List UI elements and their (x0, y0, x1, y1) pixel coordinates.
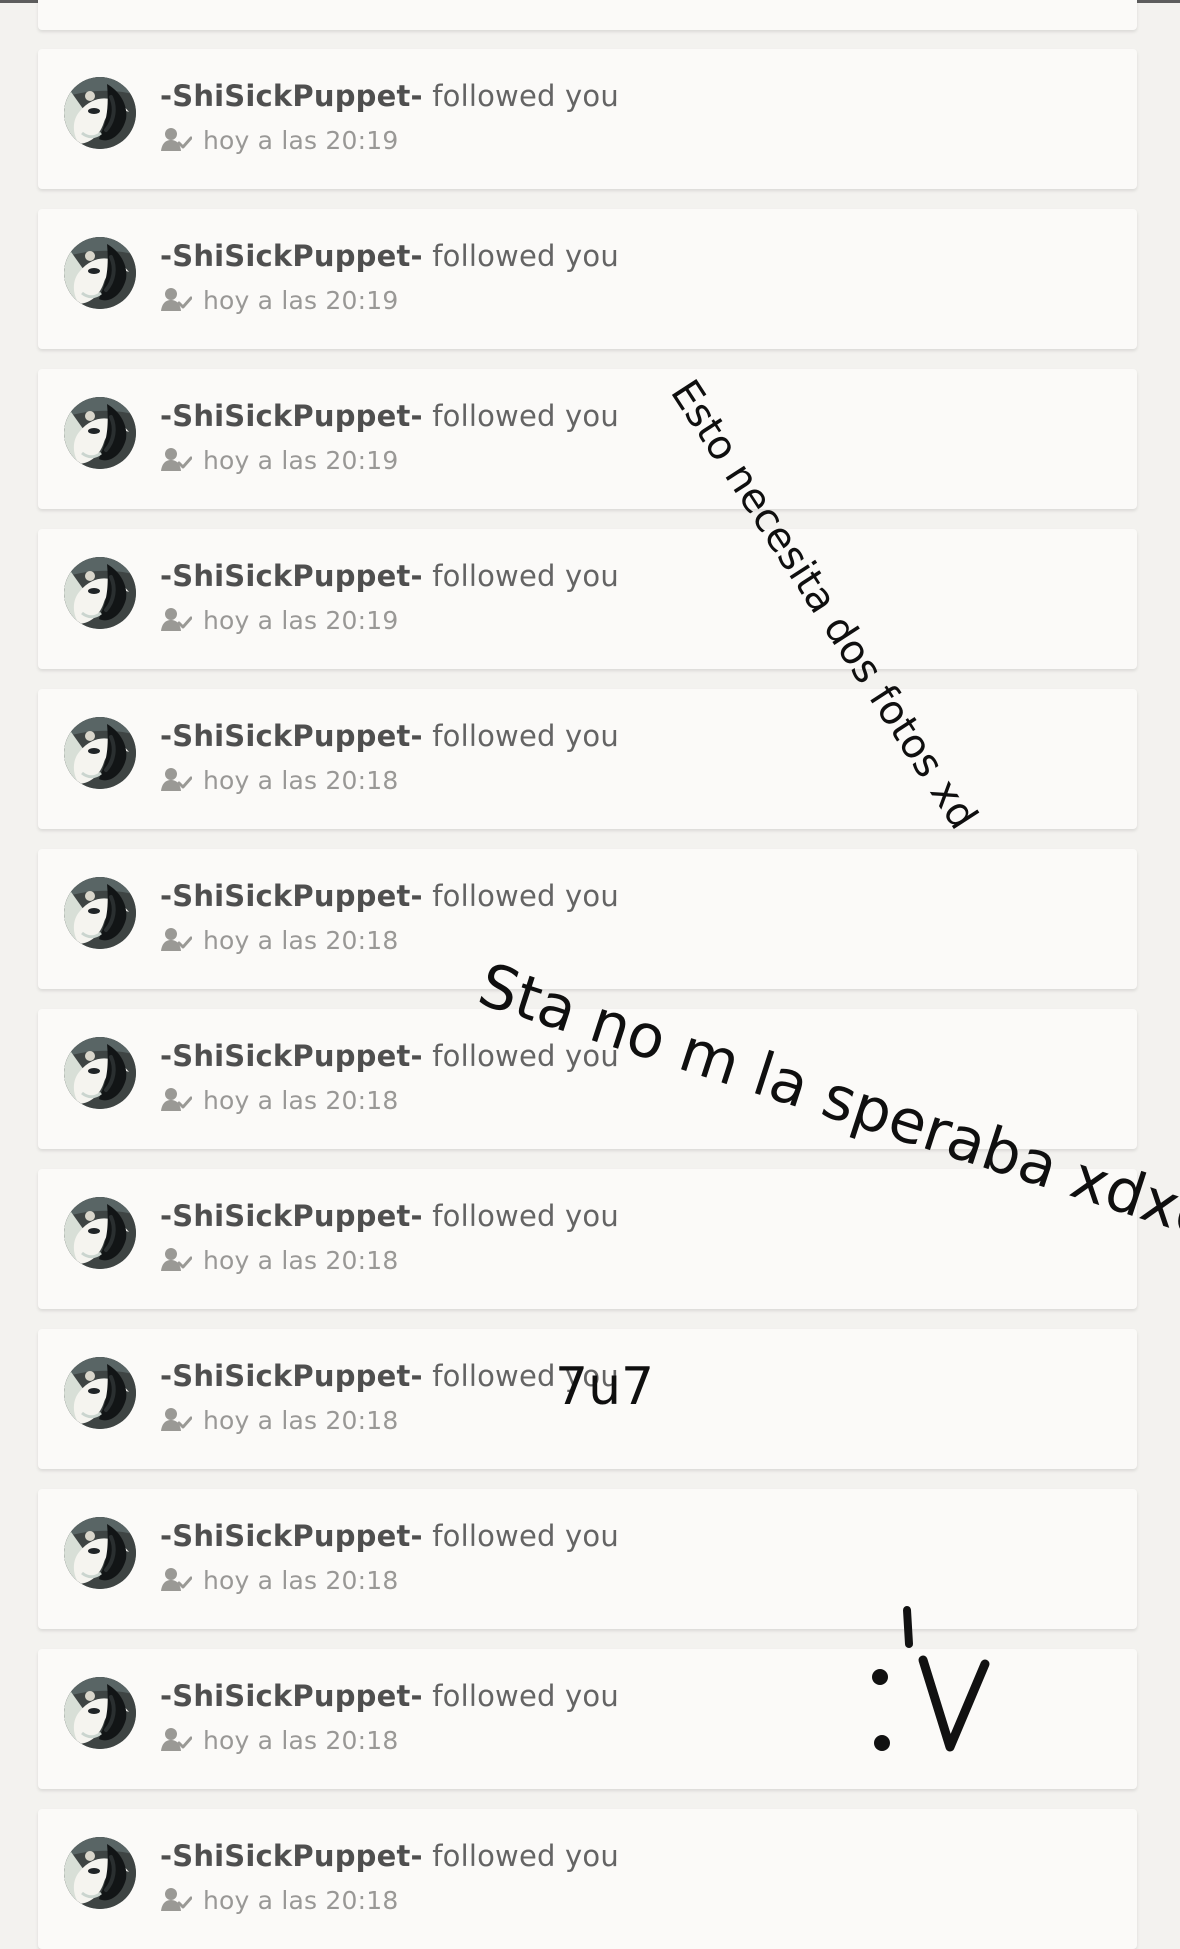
notification-text: -ShiSickPuppet- followed you (160, 237, 619, 275)
username[interactable]: -ShiSickPuppet- (160, 1039, 423, 1073)
follow-user-icon (160, 1567, 192, 1593)
action-text: followed you (432, 1039, 619, 1073)
action-text: followed you (432, 719, 619, 753)
avatar[interactable] (64, 77, 136, 149)
avatar[interactable] (64, 1837, 136, 1909)
timestamp: hoy a las 20:18 (203, 1885, 399, 1915)
timestamp: hoy a las 20:19 (203, 445, 399, 475)
notification-text: -ShiSickPuppet- followed you (160, 1517, 619, 1555)
notification-card[interactable]: -ShiSickPuppet- followed you hoy a las 2… (38, 1809, 1137, 1949)
notification-card[interactable]: -ShiSickPuppet- followed you hoy a las 2… (38, 689, 1137, 829)
timestamp: hoy a las 20:18 (203, 925, 399, 955)
username[interactable]: -ShiSickPuppet- (160, 1199, 423, 1233)
notification-text: -ShiSickPuppet- followed you (160, 1197, 619, 1235)
notification-meta: hoy a las 20:18 (160, 1083, 398, 1117)
avatar[interactable] (64, 237, 136, 309)
timestamp: hoy a las 20:19 (203, 285, 399, 315)
notification-card[interactable]: -ShiSickPuppet- followed you hoy a las 2… (38, 529, 1137, 669)
notification-meta: hoy a las 20:18 (160, 1723, 398, 1757)
follow-user-icon (160, 447, 192, 473)
notification-meta: hoy a las 20:18 (160, 1403, 398, 1437)
avatar[interactable] (64, 717, 136, 789)
action-text: followed you (432, 399, 619, 433)
avatar[interactable] (64, 1197, 136, 1269)
timestamp: hoy a las 20:18 (203, 765, 399, 795)
action-text: followed you (432, 239, 619, 273)
notification-text: -ShiSickPuppet- followed you (160, 1837, 619, 1875)
notification-card[interactable]: -ShiSickPuppet- followed you hoy a las 2… (38, 1009, 1137, 1149)
action-text: followed you (432, 1679, 619, 1713)
username[interactable]: -ShiSickPuppet- (160, 79, 423, 113)
username[interactable]: -ShiSickPuppet- (160, 1519, 423, 1553)
action-text: followed you (432, 879, 619, 913)
timestamp: hoy a las 20:18 (203, 1405, 399, 1435)
notification-meta: hoy a las 20:18 (160, 1563, 398, 1597)
avatar[interactable] (64, 1677, 136, 1749)
notification-text: -ShiSickPuppet- followed you (160, 77, 619, 115)
username[interactable]: -ShiSickPuppet- (160, 879, 423, 913)
notification-text: -ShiSickPuppet- followed you (160, 877, 619, 915)
action-text: followed you (432, 1519, 619, 1553)
username[interactable]: -ShiSickPuppet- (160, 239, 423, 273)
username[interactable]: -ShiSickPuppet- (160, 1359, 423, 1393)
avatar[interactable] (64, 1517, 136, 1589)
notification-meta: hoy a las 20:18 (160, 923, 398, 957)
notification-card[interactable]: -ShiSickPuppet- followed you hoy a las 2… (38, 49, 1137, 189)
notification-meta: hoy a las 20:19 (160, 603, 398, 637)
follow-user-icon (160, 1247, 192, 1273)
timestamp: hoy a las 20:18 (203, 1085, 399, 1115)
notification-card[interactable]: -ShiSickPuppet- followed you hoy a las 2… (38, 849, 1137, 989)
notification-meta: hoy a las 20:19 (160, 283, 398, 317)
notification-text: -ShiSickPuppet- followed you (160, 1357, 619, 1395)
timestamp: hoy a las 20:18 (203, 1245, 399, 1275)
notification-meta: hoy a las 20:18 (160, 1883, 398, 1917)
timestamp: hoy a las 20:19 (203, 605, 399, 635)
username[interactable]: -ShiSickPuppet- (160, 1839, 423, 1873)
action-text: followed you (432, 79, 619, 113)
follow-user-icon (160, 127, 192, 153)
avatar[interactable] (64, 557, 136, 629)
follow-user-icon (160, 607, 192, 633)
notification-card[interactable]: -ShiSickPuppet- followed you hoy a las 2… (38, 209, 1137, 349)
username[interactable]: -ShiSickPuppet- (160, 399, 423, 433)
follow-user-icon (160, 1727, 192, 1753)
follow-user-icon (160, 927, 192, 953)
action-text: followed you (432, 1359, 619, 1393)
timestamp: hoy a las 20:19 (203, 125, 399, 155)
username[interactable]: -ShiSickPuppet- (160, 719, 423, 753)
avatar[interactable] (64, 1037, 136, 1109)
notification-text: -ShiSickPuppet- followed you (160, 557, 619, 595)
notification-card[interactable]: -ShiSickPuppet- followed you hoy a las 2… (38, 1329, 1137, 1469)
notification-card[interactable]: -ShiSickPuppet- followed you hoy a las 2… (38, 369, 1137, 509)
timestamp: hoy a las 20:18 (203, 1725, 399, 1755)
notification-meta: hoy a las 20:19 (160, 443, 398, 477)
follow-user-icon (160, 287, 192, 313)
notification-card-partial[interactable] (38, 0, 1137, 30)
notification-text: -ShiSickPuppet- followed you (160, 717, 619, 755)
avatar[interactable] (64, 1357, 136, 1429)
notification-card[interactable]: -ShiSickPuppet- followed you hoy a las 2… (38, 1649, 1137, 1789)
follow-user-icon (160, 1087, 192, 1113)
username[interactable]: -ShiSickPuppet- (160, 559, 423, 593)
notification-text: -ShiSickPuppet- followed you (160, 1677, 619, 1715)
action-text: followed you (432, 1839, 619, 1873)
avatar[interactable] (64, 397, 136, 469)
notification-card[interactable]: -ShiSickPuppet- followed you hoy a las 2… (38, 1489, 1137, 1629)
avatar[interactable] (64, 877, 136, 949)
username[interactable]: -ShiSickPuppet- (160, 1679, 423, 1713)
follow-user-icon (160, 767, 192, 793)
notification-meta: hoy a las 20:18 (160, 1243, 398, 1277)
action-text: followed you (432, 559, 619, 593)
action-text: followed you (432, 1199, 619, 1233)
notification-card[interactable]: -ShiSickPuppet- followed you hoy a las 2… (38, 1169, 1137, 1309)
timestamp: hoy a las 20:18 (203, 1565, 399, 1595)
notification-text: -ShiSickPuppet- followed you (160, 1037, 619, 1075)
follow-user-icon (160, 1407, 192, 1433)
follow-user-icon (160, 1887, 192, 1913)
notification-meta: hoy a las 20:18 (160, 763, 398, 797)
notification-text: -ShiSickPuppet- followed you (160, 397, 619, 435)
notification-meta: hoy a las 20:19 (160, 123, 398, 157)
